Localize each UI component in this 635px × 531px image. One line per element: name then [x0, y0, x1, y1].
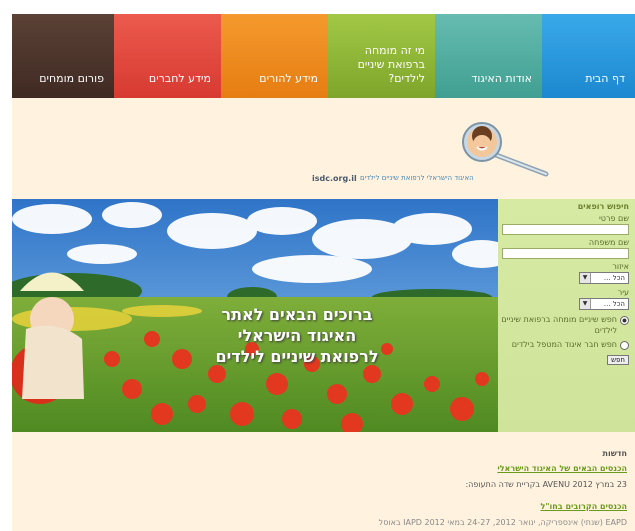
nav-tab-who-is-expert[interactable]: מי זה מומחה ברפואת שיניים לילדים?	[328, 14, 435, 98]
last-name-label: שם משפחה	[588, 238, 629, 247]
news-item-text: EAPD (שנתי) אינספריקה, ינואר 2012, 24-27…	[378, 518, 627, 527]
hero-line: לרפואת שיניים לילדים	[215, 347, 379, 366]
area-select-value: הכל ...	[603, 274, 625, 282]
nav-tab-label: מידע להורים	[259, 72, 318, 85]
radio-label: חפש שיניים מומחה ברפואת שיניים לילדים	[501, 315, 617, 335]
nav-tab-home[interactable]: דף הבית	[542, 14, 635, 98]
logo-tagline: האיגוד הישראלי לרפואת שיניים לילדים	[360, 174, 474, 182]
city-label: עיר	[617, 288, 629, 297]
nav-tab-parent-info[interactable]: מידע להורים	[221, 14, 328, 98]
news-item-link[interactable]: הכנסים הבאים של האיגוד הישראלי	[497, 464, 627, 473]
hero-line: האיגוד הישראלי	[237, 326, 357, 345]
radio-label: חפש חבר איגוד המטפל בילדים	[511, 340, 617, 349]
chevron-down-icon: ▼	[580, 273, 591, 283]
last-name-input[interactable]	[502, 248, 629, 259]
first-name-label: שם פרטי	[598, 214, 629, 223]
logo-site-name: isdc.org.il	[312, 174, 357, 183]
news-title: חדשות	[602, 449, 627, 458]
area-select[interactable]: הכל ... ▼	[579, 272, 629, 284]
search-expert-radio[interactable]: חפש שיניים מומחה ברפואת שיניים לילדים	[498, 314, 629, 336]
nav-tab-label: מידע לחברים	[148, 72, 211, 85]
chevron-down-icon: ▼	[580, 299, 591, 309]
top-navigation: פורום מומחים מידע לחברים מידע להורים מי …	[12, 14, 635, 98]
radio-selected-icon	[620, 316, 629, 325]
first-name-input[interactable]	[502, 224, 629, 235]
city-select[interactable]: הכל ... ▼	[579, 298, 629, 310]
nav-tab-member-info[interactable]: מידע לחברים	[114, 14, 221, 98]
nav-tab-about[interactable]: אודות האיגוד	[435, 14, 542, 98]
news-item-text: 23 במרץ 2012 AVENU בקריית שדה התעופה:	[465, 480, 627, 489]
hero-banner: ברוכים הבאים לאתר האיגוד הישראלי לרפואת …	[12, 199, 498, 432]
radio-unselected-icon	[620, 341, 629, 350]
news-item-link[interactable]: הכנסים הקרובים בחו"ל	[541, 502, 627, 511]
page: פורום מומחים מידע לחברים מידע להורים מי …	[12, 14, 635, 531]
search-member-radio[interactable]: חפש חבר איגוד המטפל בילדים	[498, 339, 629, 350]
site-logo[interactable]: isdc.org.il האיגוד הישראלי לרפואת שיניים…	[312, 122, 552, 194]
hero-line: ברוכים הבאים לאתר	[221, 305, 373, 324]
nav-tab-label: דף הבית	[585, 72, 625, 85]
hero-welcome-text: ברוכים הבאים לאתר האיגוד הישראלי לרפואת …	[157, 304, 437, 367]
nav-tab-expert-forum[interactable]: פורום מומחים	[12, 14, 114, 98]
search-button[interactable]: חפש	[607, 355, 629, 365]
dental-mirror-icon	[462, 122, 549, 177]
doctor-search-panel: חיפוש רופאים שם פרטי שם משפחה איזור הכל …	[498, 199, 635, 432]
nav-tab-label: אודות האיגוד	[471, 72, 532, 85]
search-title: חיפוש רופאים	[577, 202, 629, 211]
area-label: איזור	[612, 262, 629, 271]
nav-tab-label: מי זה מומחה ברפואת שיניים לילדים?	[357, 44, 425, 85]
city-select-value: הכל ...	[603, 300, 625, 308]
nav-tab-label: פורום מומחים	[39, 72, 104, 85]
